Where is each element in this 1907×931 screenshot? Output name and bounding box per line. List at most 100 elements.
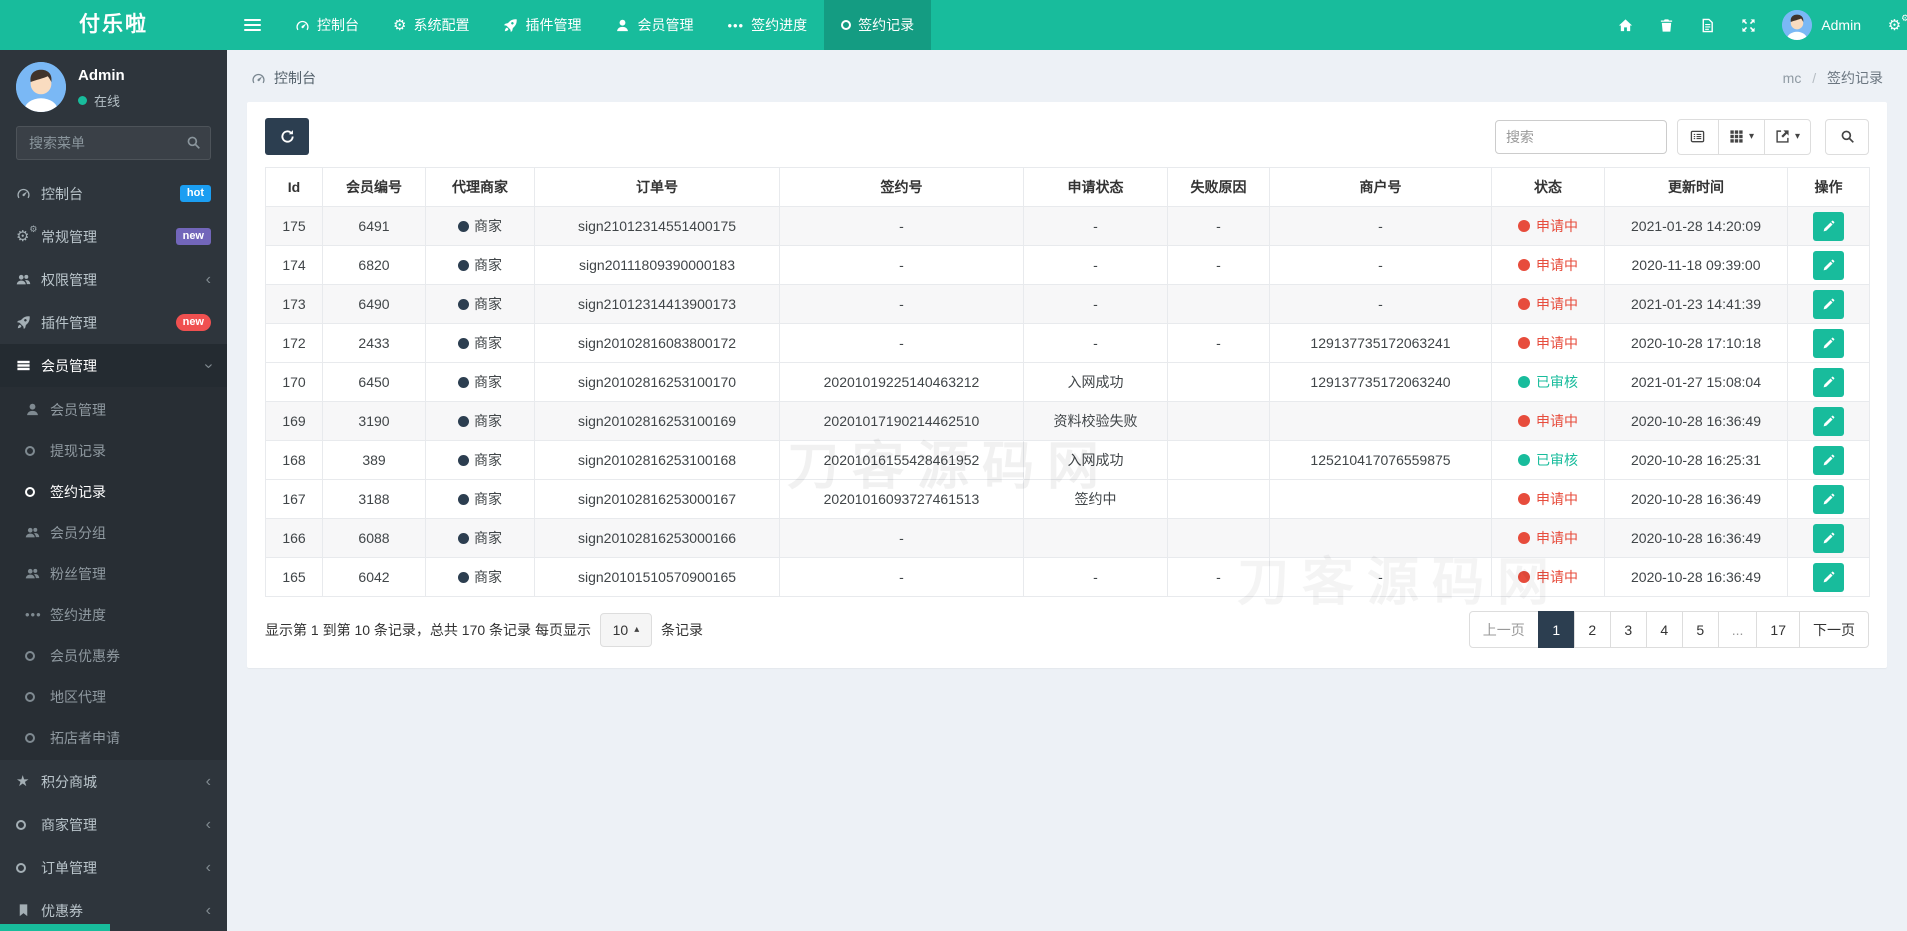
sidebar-subitem-fans-manage[interactable]: 粉丝管理 xyxy=(0,553,227,594)
table-row: 168 389 商家 sign20102816253100168 2020101… xyxy=(265,440,1870,480)
sidebar-subitem-member-list[interactable]: 会员管理 xyxy=(0,389,227,430)
edit-button[interactable] xyxy=(1813,328,1844,358)
cell-agent: 商家 xyxy=(425,245,535,285)
edit-button[interactable] xyxy=(1813,523,1844,553)
page-3[interactable]: 3 xyxy=(1609,611,1647,648)
edit-button[interactable] xyxy=(1813,211,1844,241)
status-dot-icon xyxy=(1518,337,1530,349)
page-1[interactable]: 1 xyxy=(1537,611,1575,648)
cell-updated: 2020-10-28 17:10:18 xyxy=(1604,323,1788,363)
page-2[interactable]: 2 xyxy=(1573,611,1611,648)
user-menu-button[interactable]: Admin xyxy=(1769,10,1874,40)
agent-dot-icon xyxy=(458,533,469,544)
page-4[interactable]: 4 xyxy=(1645,611,1683,648)
nav-item-addon-manage[interactable]: 插件管理 xyxy=(486,0,598,50)
refresh-button[interactable] xyxy=(265,118,309,155)
column-header-2[interactable]: 代理商家 xyxy=(425,167,535,207)
prev-page[interactable]: 上一页 xyxy=(1468,611,1539,648)
sidebar-toggle-button[interactable] xyxy=(227,0,278,50)
agent-dot-icon xyxy=(458,455,469,466)
sidebar-menu: 控制台 hot ⚙ ⚙ 常规管理 new 权限管理 ‹ 插件管理 new 会员管理 ‹ 会员管理 提现记录… xyxy=(0,172,227,931)
column-header-3[interactable]: 订单号 xyxy=(534,167,780,207)
column-header-10[interactable]: 操作 xyxy=(1787,167,1870,207)
edit-button[interactable] xyxy=(1813,250,1844,280)
sidebar-subitem-shop-apply[interactable]: 拓店者申请 xyxy=(0,717,227,758)
star-icon: ★ xyxy=(16,773,30,790)
next-page[interactable]: 下一页 xyxy=(1799,611,1869,648)
sidebar-subitem-member-group[interactable]: 会员分组 xyxy=(0,512,227,553)
breadcrumb-parent[interactable]: mc xyxy=(1783,70,1802,86)
nav-item-dashboard[interactable]: 控制台 xyxy=(278,0,376,50)
agent-dot-icon xyxy=(458,221,469,232)
sidebar-item-order[interactable]: 订单管理 ‹ xyxy=(0,846,227,889)
circle-o-icon xyxy=(841,20,852,30)
table-icon xyxy=(16,358,41,373)
user-icon xyxy=(25,402,50,417)
columns-toggle-button[interactable]: ▾ xyxy=(1717,118,1765,155)
sidebar-item-addon[interactable]: 插件管理 new xyxy=(0,301,227,344)
column-header-1[interactable]: 会员编号 xyxy=(322,167,426,207)
column-header-4[interactable]: 签约号 xyxy=(779,167,1024,207)
sidebar-search-input[interactable] xyxy=(16,126,211,160)
nav-item-sign-progress[interactable]: ••• 签约进度 xyxy=(710,0,824,50)
nav-item-system-config[interactable]: ⚙ 系统配置 xyxy=(376,0,486,50)
cell-member-no: 3188 xyxy=(322,479,426,519)
page-5[interactable]: 5 xyxy=(1681,611,1719,648)
sidebar-subitem-sign-progress[interactable]: ••• 签约进度 xyxy=(0,594,227,635)
nav-log-button[interactable] xyxy=(1687,0,1728,50)
column-header-7[interactable]: 商户号 xyxy=(1269,167,1492,207)
cell-sign-no: - xyxy=(779,245,1024,285)
cell-updated: 2021-01-28 14:20:09 xyxy=(1604,206,1788,246)
page-size-select[interactable]: 10 ▴ xyxy=(599,612,652,647)
column-header-5[interactable]: 申请状态 xyxy=(1023,167,1168,207)
edit-button[interactable] xyxy=(1813,289,1844,319)
column-header-0[interactable]: Id xyxy=(265,167,323,207)
nav-item-member-manage[interactable]: 会员管理 xyxy=(598,0,710,50)
sidebar-item-dashboard[interactable]: 控制台 hot xyxy=(0,172,227,215)
edit-button[interactable] xyxy=(1813,445,1844,475)
nav-settings-button[interactable]: ⚙ ⚙ xyxy=(1874,0,1907,50)
chevron-left-icon: ‹ xyxy=(205,901,211,919)
sidebar-subitem-member-coupon[interactable]: 会员优惠券 xyxy=(0,635,227,676)
column-header-6[interactable]: 失败原因 xyxy=(1167,167,1270,207)
edit-button[interactable] xyxy=(1813,367,1844,397)
cell-fail-reason: - xyxy=(1167,206,1270,246)
export-button[interactable]: ▾ xyxy=(1763,118,1811,155)
search-submit-button[interactable] xyxy=(1825,118,1869,155)
page-ellipsis[interactable]: ... xyxy=(1717,611,1758,648)
common-search-button[interactable] xyxy=(1676,118,1719,155)
table-row: 174 6820 商家 sign20111809390000183 - - - … xyxy=(265,245,1870,285)
sidebar-subitem-withdraw-log[interactable]: 提现记录 xyxy=(0,430,227,471)
chevron-left-icon: ‹ xyxy=(205,815,211,833)
sidebar-subitem-sign-record[interactable]: 签约记录 xyxy=(0,471,227,512)
cell-actions xyxy=(1787,245,1870,285)
sidebar-subitem-area-agent[interactable]: 地区代理 xyxy=(0,676,227,717)
avatar[interactable] xyxy=(16,62,66,112)
cell-updated: 2020-10-28 16:36:49 xyxy=(1604,518,1788,558)
cell-merchant-no: 129137735172063240 xyxy=(1269,362,1492,402)
page-17[interactable]: 17 xyxy=(1756,611,1800,648)
cell-status: 已审核 xyxy=(1491,362,1605,402)
sidebar-item-merchant[interactable]: 商家管理 ‹ xyxy=(0,803,227,846)
expand-icon xyxy=(1741,18,1756,33)
nav-fullscreen-button[interactable] xyxy=(1728,0,1769,50)
cell-agent: 商家 xyxy=(425,206,535,246)
nav-home-button[interactable] xyxy=(1605,0,1646,50)
sidebar-item-score-mall[interactable]: ★ 积分商城 ‹ xyxy=(0,760,227,803)
sidebar-item-general[interactable]: ⚙ ⚙ 常规管理 new xyxy=(0,215,227,258)
column-header-8[interactable]: 状态 xyxy=(1491,167,1605,207)
edit-button[interactable] xyxy=(1813,562,1844,592)
sidebar-item-member[interactable]: 会员管理 ‹ xyxy=(0,344,227,387)
nav-clear-cache-button[interactable] xyxy=(1646,0,1687,50)
pencil-icon xyxy=(1822,415,1835,428)
edit-button[interactable] xyxy=(1813,484,1844,514)
sidebar-item-auth[interactable]: 权限管理 ‹ xyxy=(0,258,227,301)
edit-button[interactable] xyxy=(1813,406,1844,436)
nav-item-sign-record[interactable]: 签约记录 xyxy=(824,0,932,50)
column-header-9[interactable]: 更新时间 xyxy=(1604,167,1788,207)
cell-sign-no: - xyxy=(779,284,1024,324)
cell-sign-no: 20201019225140463212 xyxy=(779,362,1024,402)
cell-member-no: 6450 xyxy=(322,362,426,402)
table-search-input[interactable] xyxy=(1494,119,1667,154)
brand-logo[interactable]: 付乐啦 xyxy=(0,0,227,50)
